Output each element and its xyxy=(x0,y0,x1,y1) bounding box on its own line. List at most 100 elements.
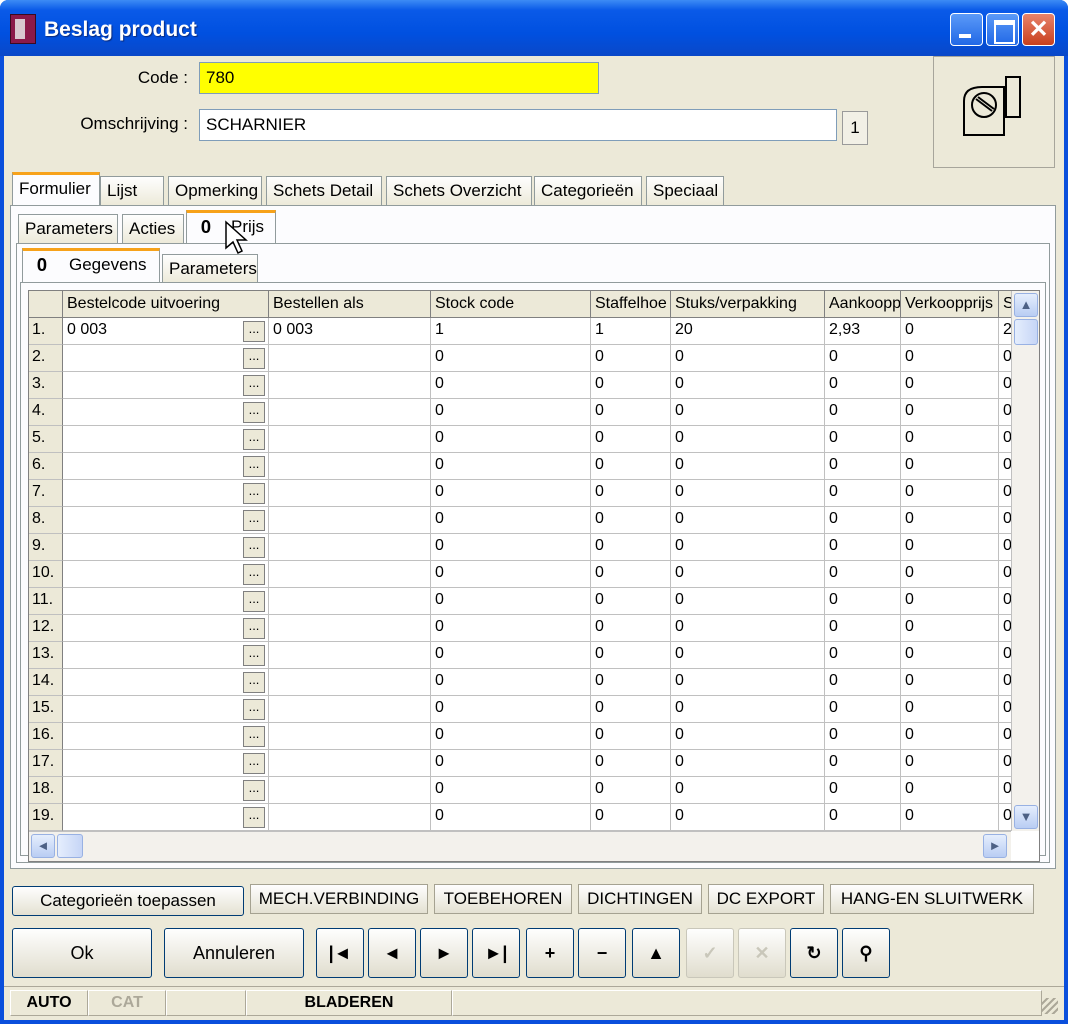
table-row[interactable]: 19. 0 0 0 0 0 0... xyxy=(29,804,1015,831)
table-row[interactable]: 15. 0 0 0 0 0 0... xyxy=(29,696,1015,723)
grid-cell[interactable]: 0 xyxy=(591,426,671,453)
tab-inner-parameters[interactable]: Parameters xyxy=(162,254,258,284)
grid-cell[interactable]: 1 xyxy=(431,318,591,345)
vertical-scroll-thumb[interactable] xyxy=(1014,319,1038,345)
omschrijving-field[interactable]: SCHARNIER xyxy=(199,109,837,141)
grid-cell[interactable] xyxy=(269,453,431,480)
grid-cell[interactable]: 0 xyxy=(825,669,901,696)
column-header[interactable]: Bestellen als xyxy=(269,291,431,318)
annuleren-button[interactable]: Annuleren xyxy=(164,928,304,978)
previous-record-button[interactable]: ◄ xyxy=(368,928,416,978)
grid-cell[interactable]: 0 xyxy=(591,723,671,750)
grid-cell[interactable]: 0 xyxy=(825,480,901,507)
grid-cell[interactable]: 0 xyxy=(431,750,591,777)
column-header[interactable]: Verkoopprijs xyxy=(901,291,999,318)
grid-cell[interactable]: 0 xyxy=(825,750,901,777)
grid-cell[interactable]: 0 xyxy=(901,750,999,777)
grid-cell[interactable]: 0 xyxy=(671,696,825,723)
close-button[interactable]: ✕ xyxy=(1022,13,1055,46)
grid-cell[interactable]: 0 xyxy=(901,588,999,615)
grid-cell[interactable]: 0 xyxy=(901,453,999,480)
first-record-button[interactable]: |◄ xyxy=(316,928,364,978)
grid-cell[interactable] xyxy=(269,723,431,750)
grid-cell[interactable]: 0 xyxy=(591,345,671,372)
grid-cell[interactable] xyxy=(63,669,269,696)
grid-cell[interactable]: 0 xyxy=(671,615,825,642)
ellipsis-button[interactable]: ... xyxy=(243,753,265,774)
table-row[interactable]: 10. 0 0 0 0 0 0... xyxy=(29,561,1015,588)
grid-cell[interactable]: 0 xyxy=(671,642,825,669)
table-row[interactable]: 5. 0 0 0 0 0 0... xyxy=(29,426,1015,453)
grid-cell[interactable]: 0 xyxy=(671,669,825,696)
grid-cell[interactable] xyxy=(269,777,431,804)
ellipsis-button[interactable]: ... xyxy=(243,510,265,531)
binoculars-button[interactable]: ⚲ xyxy=(842,928,890,978)
ellipsis-button[interactable]: ... xyxy=(243,780,265,801)
grid-cell[interactable]: 0 xyxy=(901,345,999,372)
ellipsis-button[interactable]: ... xyxy=(243,618,265,639)
grid-cell[interactable]: 0 xyxy=(431,588,591,615)
tab-speciaal[interactable]: Speciaal xyxy=(646,176,724,206)
categorieen-toepassen-button[interactable]: Categorieën toepassen xyxy=(12,886,244,916)
grid-cell[interactable] xyxy=(63,534,269,561)
column-header[interactable]: Staffelhoe xyxy=(591,291,671,318)
grid-cell[interactable] xyxy=(63,453,269,480)
grid-cell[interactable]: 0 xyxy=(591,777,671,804)
grid-cell[interactable]: 0 xyxy=(901,534,999,561)
grid-cell[interactable] xyxy=(269,750,431,777)
grid-cell[interactable]: 1 xyxy=(591,318,671,345)
grid-cell[interactable]: 0 xyxy=(431,777,591,804)
grid-cell[interactable]: 0 xyxy=(825,696,901,723)
up-arrow-button[interactable]: ▲ xyxy=(632,928,680,978)
grid-cell[interactable]: 0 xyxy=(825,615,901,642)
grid-cell[interactable]: 20 xyxy=(671,318,825,345)
grid-cell[interactable]: 0 xyxy=(825,561,901,588)
scroll-up-icon[interactable]: ▲ xyxy=(1014,293,1038,317)
grid-cell[interactable] xyxy=(63,696,269,723)
grid-cell[interactable]: 0 xyxy=(825,642,901,669)
grid-cell[interactable]: 0 xyxy=(901,561,999,588)
grid-cell[interactable] xyxy=(63,480,269,507)
table-row[interactable]: 2. 0 0 0 0 0 0... xyxy=(29,345,1015,372)
grid-cell[interactable]: 0 xyxy=(901,507,999,534)
grid-cell[interactable] xyxy=(63,804,269,831)
grid-cell[interactable]: 0 xyxy=(901,804,999,831)
grid-cell[interactable]: 0 xyxy=(825,588,901,615)
grid-cell[interactable]: 0 xyxy=(591,507,671,534)
grid-cell[interactable]: 0 xyxy=(591,750,671,777)
grid-cell[interactable]: 0 xyxy=(825,804,901,831)
grid-cell[interactable]: 2,93 xyxy=(825,318,901,345)
mech-verbinding-button[interactable]: MECH.VERBINDING xyxy=(250,884,428,914)
minimize-button[interactable] xyxy=(950,13,983,46)
grid-cell[interactable]: 0 xyxy=(901,642,999,669)
column-header[interactable]: Stuks/verpakking xyxy=(671,291,825,318)
grid-cell[interactable]: 0 xyxy=(671,507,825,534)
grid-cell[interactable]: 0 xyxy=(591,480,671,507)
grid-cell[interactable]: 0 xyxy=(825,777,901,804)
grid-cell[interactable]: 0 xyxy=(825,372,901,399)
grid-cell[interactable]: 0 xyxy=(431,561,591,588)
grid-cell[interactable] xyxy=(63,561,269,588)
grid-cell[interactable]: 0 xyxy=(591,453,671,480)
grid-cell[interactable]: 0 xyxy=(591,696,671,723)
ellipsis-button[interactable]: ... xyxy=(243,699,265,720)
ellipsis-button[interactable]: ... xyxy=(243,375,265,396)
tab-acties[interactable]: Acties xyxy=(122,214,184,244)
last-record-button[interactable]: ►| xyxy=(472,928,520,978)
ellipsis-button[interactable]: ... xyxy=(243,645,265,666)
grid-cell[interactable]: 0 xyxy=(671,534,825,561)
dichtingen-button[interactable]: DICHTINGEN xyxy=(578,884,702,914)
table-row[interactable]: 12. 0 0 0 0 0 0... xyxy=(29,615,1015,642)
grid-cell[interactable]: 0 xyxy=(591,561,671,588)
grid-cell[interactable] xyxy=(63,507,269,534)
grid-cell[interactable]: 0 xyxy=(901,372,999,399)
grid-cell[interactable]: 0 xyxy=(671,750,825,777)
grid-cell[interactable]: 0 xyxy=(901,615,999,642)
table-row[interactable]: 3. 0 0 0 0 0 0... xyxy=(29,372,1015,399)
table-row[interactable]: 1. 0 003 0 003 1 1 20 2,93 0 2... xyxy=(29,318,1015,345)
grid-cell[interactable] xyxy=(269,588,431,615)
grid-cell[interactable]: 0 xyxy=(825,399,901,426)
grid-cell[interactable] xyxy=(269,669,431,696)
column-header[interactable]: Aankoopp xyxy=(825,291,901,318)
dc-export-button[interactable]: DC EXPORT xyxy=(708,884,824,914)
